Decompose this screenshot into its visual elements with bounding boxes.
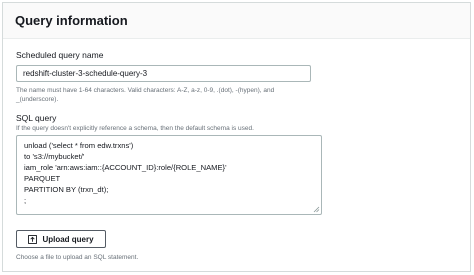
sql-line: to 's3://mybucket/' xyxy=(24,152,85,161)
panel-title: Query information xyxy=(15,13,128,28)
sql-query-label: SQL query xyxy=(16,113,57,123)
sql-line: iam_role 'arn:aws:iam::{ACCOUNT_ID}:role… xyxy=(24,163,227,172)
upload-icon xyxy=(28,234,38,244)
sql-line: PARTITION BY (trxn_dt); xyxy=(24,185,109,194)
query-information-panel: Query information Scheduled query name T… xyxy=(2,2,471,272)
sql-line: ; xyxy=(24,196,27,205)
sql-line: unload ('select * from edw.trxns') xyxy=(24,141,134,150)
sql-query-editor[interactable]: unload ('select * from edw.trxns') to 's… xyxy=(16,135,322,215)
resize-handle-icon[interactable] xyxy=(313,206,320,213)
scheduled-query-name-input[interactable] xyxy=(16,65,311,82)
sql-line: PARQUET xyxy=(24,174,61,183)
scheduled-query-name-label: Scheduled query name xyxy=(16,50,104,60)
upload-query-button[interactable]: Upload query xyxy=(16,230,106,248)
panel-header: Query information xyxy=(3,3,470,39)
scheduled-query-name-hint-line2: _(underscore). xyxy=(16,96,59,103)
upload-query-hint: Choose a file to upload an SQL statement… xyxy=(16,254,139,261)
scheduled-query-name-hint-line1: The name must have 1-64 characters. Vali… xyxy=(16,87,275,94)
sql-query-hint: If the query doesn't explicitly referenc… xyxy=(16,125,254,132)
upload-query-button-label: Upload query xyxy=(42,234,94,244)
